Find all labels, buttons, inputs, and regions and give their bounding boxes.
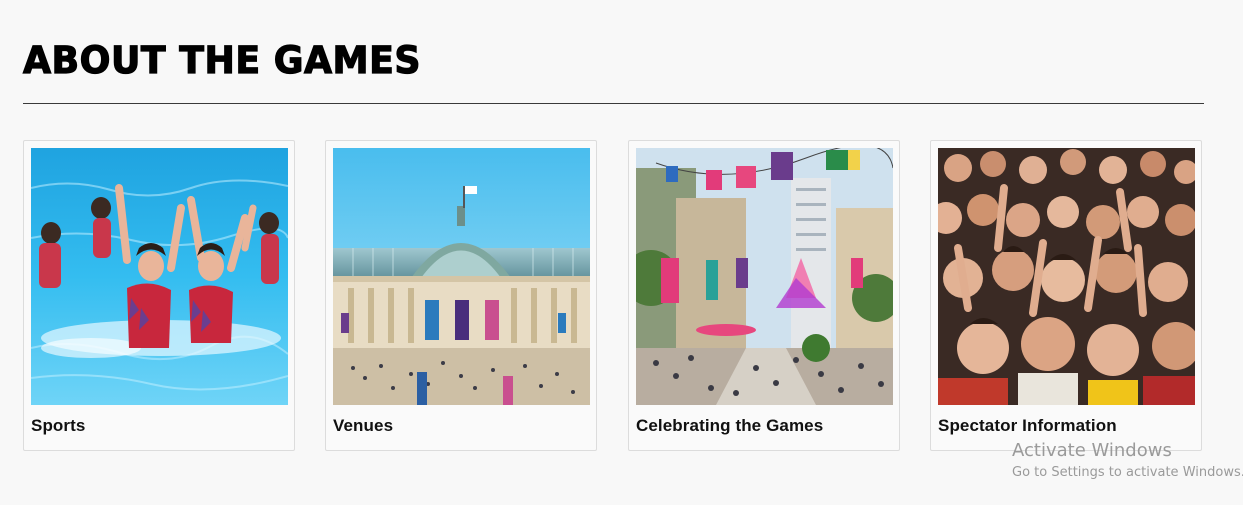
card-image-venues[interactable]	[333, 148, 590, 405]
card-label-spectator-info[interactable]: Spectator Information	[938, 416, 1117, 436]
section-divider	[23, 103, 1204, 104]
card-sports[interactable]: Sports	[23, 140, 295, 451]
card-label-venues[interactable]: Venues	[333, 416, 393, 436]
card-label-celebrating[interactable]: Celebrating the Games	[636, 416, 823, 436]
watermark-subtitle: Go to Settings to activate Windows.	[1012, 465, 1243, 480]
card-image-spectator-info[interactable]	[938, 148, 1195, 405]
card-celebrating[interactable]: Celebrating the Games	[628, 140, 900, 451]
section-title: ABOUT THE GAMES	[22, 38, 421, 82]
card-venues[interactable]: Venues	[325, 140, 597, 451]
card-label-sports[interactable]: Sports	[31, 416, 85, 436]
card-spectator-info[interactable]: Spectator Information	[930, 140, 1202, 451]
card-image-sports[interactable]	[31, 148, 288, 405]
card-image-celebrating[interactable]	[636, 148, 893, 405]
